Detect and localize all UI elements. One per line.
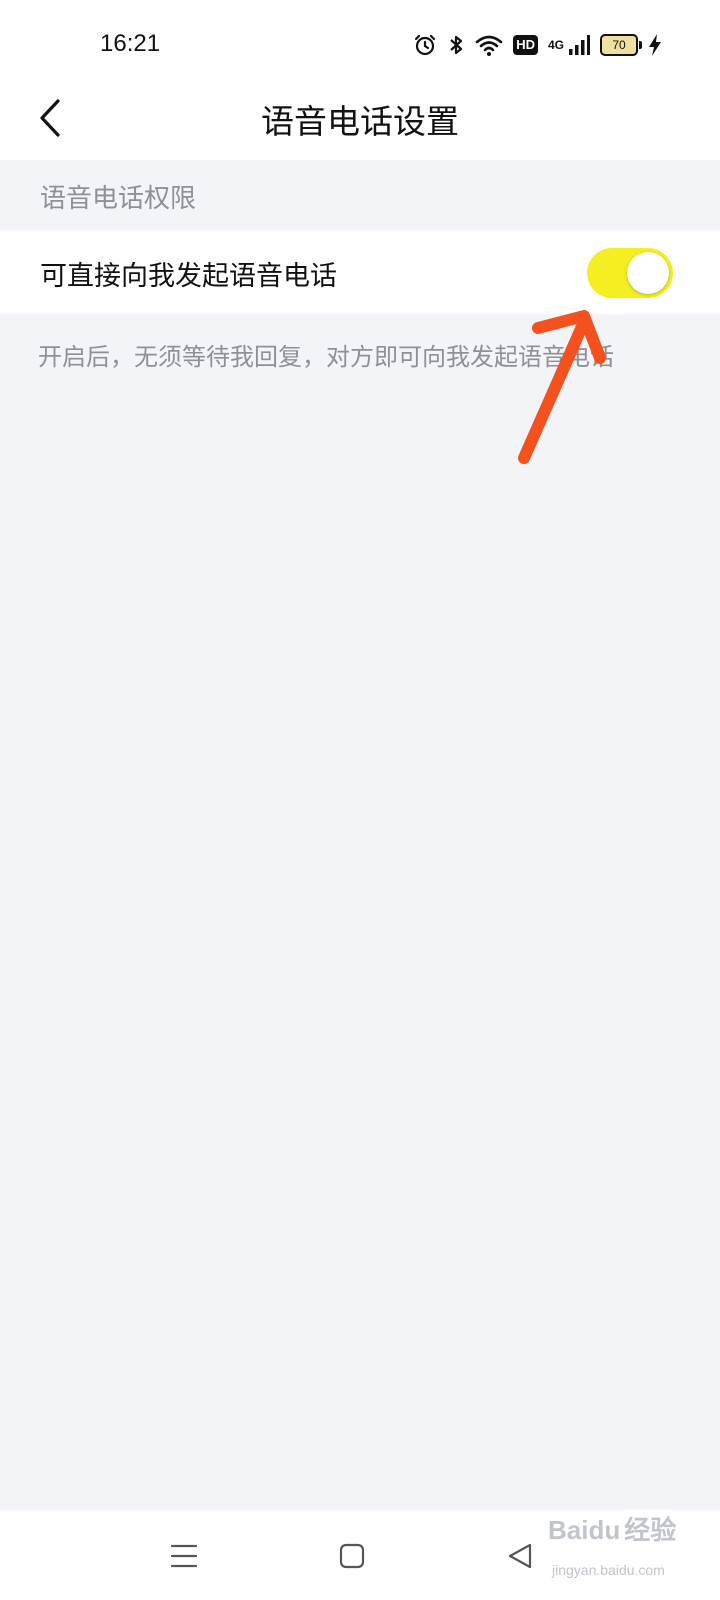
alarm-icon (413, 33, 437, 57)
menu-button[interactable] (160, 1532, 208, 1580)
watermark-brand3: 经验 (624, 1515, 677, 1545)
battery-icon: 70 (600, 34, 642, 56)
section-header: 语音电话权限 (40, 184, 197, 214)
status-icons: HD 4G 70 (413, 30, 662, 60)
watermark-brand: Bai (548, 1515, 589, 1545)
bluetooth-icon (447, 33, 465, 57)
home-button[interactable] (328, 1532, 376, 1580)
setting-label: 可直接向我发起语音电话 (40, 261, 337, 292)
home-square-icon (339, 1543, 365, 1569)
battery-level: 70 (612, 38, 626, 52)
wifi-icon (475, 33, 503, 57)
toggle-knob (627, 252, 669, 294)
annotation-arrow-icon (518, 310, 606, 464)
page-title: 语音电话设置 (261, 102, 459, 141)
back-nav-button[interactable] (496, 1532, 544, 1580)
signal-icon (568, 33, 590, 57)
charging-icon (648, 33, 662, 57)
nav-header: 语音电话设置 (0, 75, 720, 160)
watermark-brand2: du (588, 1515, 621, 1545)
watermark-url: jingyan.baidu.com (552, 1562, 665, 1578)
network-type: 4G (547, 38, 564, 52)
menu-icon (170, 1544, 198, 1568)
hd-badge: HD (513, 35, 538, 55)
status-time: 16:21 (100, 30, 161, 57)
back-triangle-icon (508, 1543, 532, 1569)
voice-call-toggle[interactable] (587, 248, 673, 298)
watermark-logo: Baidu 经验 (548, 1517, 676, 1543)
